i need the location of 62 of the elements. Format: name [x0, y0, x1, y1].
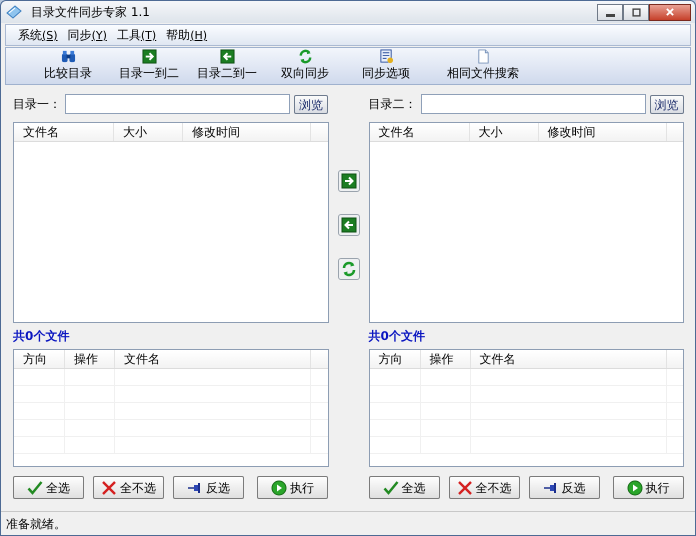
toolbar-button[interactable]: 双向同步: [266, 49, 344, 80]
column-header[interactable]: 大小: [470, 123, 538, 141]
checkmark-icon: [27, 480, 43, 496]
cross-icon: [101, 480, 117, 496]
action-button[interactable]: 反选: [173, 476, 244, 499]
menu-item[interactable]: 同步(Y): [66, 26, 109, 44]
column-header[interactable]: 修改时间: [538, 123, 666, 141]
sync-icon: [340, 261, 356, 277]
minimize-icon: [606, 14, 614, 16]
right-arrow-icon: [142, 49, 156, 64]
action-button[interactable]: 全不选: [448, 476, 520, 499]
column-header[interactable]: 修改时间: [183, 123, 311, 141]
file-count: 共0个文件: [13, 328, 70, 345]
toolbar-button[interactable]: 目录二到一: [188, 49, 266, 80]
menu-item[interactable]: 帮助(H): [164, 26, 210, 44]
status-text: 准备就绪。: [6, 516, 66, 532]
menu-item[interactable]: 系统(S): [16, 26, 60, 44]
action-button[interactable]: 反选: [528, 476, 600, 499]
close-button[interactable]: [649, 4, 691, 20]
column-header[interactable]: 文件名: [370, 123, 470, 141]
column-header[interactable]: 方向: [14, 350, 65, 368]
menu-item[interactable]: 工具(T): [114, 26, 158, 44]
column-header[interactable]: 大小: [114, 123, 183, 141]
directory-field[interactable]: [420, 94, 646, 114]
column-header[interactable]: 文件名: [470, 350, 666, 368]
close-icon: [665, 7, 675, 17]
maximize-button[interactable]: [623, 4, 649, 20]
action-button[interactable]: 全选: [13, 476, 84, 499]
column-header[interactable]: 操作: [65, 350, 115, 368]
cross-icon: [456, 480, 472, 496]
directory-field[interactable]: [65, 94, 290, 114]
browse-button[interactable]: 浏览: [294, 94, 328, 114]
sync-icon: [298, 49, 312, 64]
minimize-button[interactable]: [597, 4, 623, 20]
browse-button[interactable]: 浏览: [650, 94, 684, 114]
column-header[interactable]: 文件名: [14, 123, 114, 141]
document-icon: [476, 49, 490, 64]
action-button[interactable]: 执行: [257, 476, 328, 499]
transfer-button[interactable]: [338, 214, 360, 236]
action-button[interactable]: 全选: [368, 476, 440, 499]
transfer-button[interactable]: [338, 170, 360, 192]
toolbar-button[interactable]: 比较目录: [26, 49, 110, 80]
left-arrow-icon: [220, 49, 234, 64]
toolbar-button[interactable]: 相同文件搜索: [428, 49, 538, 80]
checkmark-icon: [382, 480, 398, 496]
file-count: 共0个文件: [368, 328, 426, 345]
column-header[interactable]: 文件名: [115, 350, 311, 368]
directory-label: 目录二：: [368, 96, 418, 113]
column-header[interactable]: 方向: [370, 350, 420, 368]
toolbar-button[interactable]: 同步选项: [344, 49, 428, 80]
directory-label: 目录一：: [13, 96, 62, 113]
app-icon: [5, 4, 23, 20]
play-icon: [271, 480, 287, 496]
binoculars-icon: [60, 49, 76, 64]
play-icon: [626, 480, 642, 496]
action-button[interactable]: 执行: [612, 476, 684, 499]
maximize-icon: [632, 8, 640, 16]
toolbar-button[interactable]: 目录一到二: [110, 49, 188, 80]
settings-icon: [378, 49, 394, 64]
action-button[interactable]: 全不选: [93, 476, 164, 499]
column-header[interactable]: 操作: [420, 350, 470, 368]
window-title: 目录文件同步专家 1.1: [31, 4, 150, 21]
